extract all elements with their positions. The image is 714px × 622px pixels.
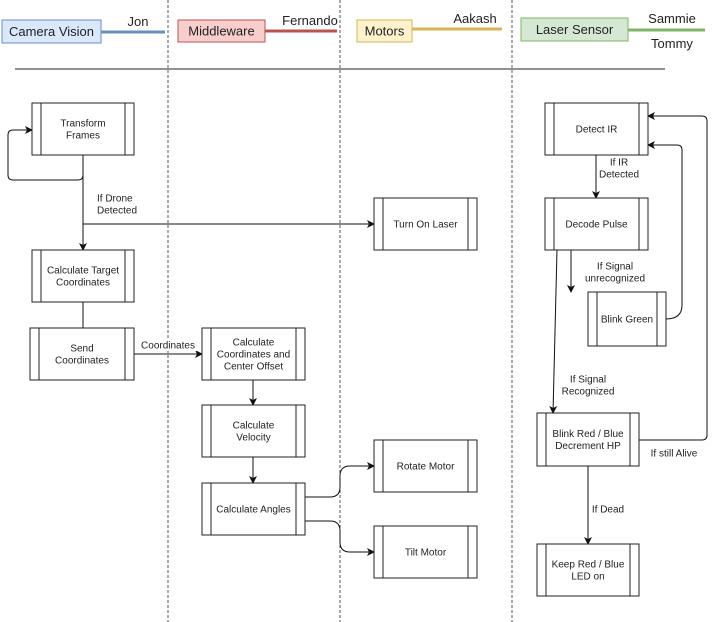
process-label: Frames — [66, 131, 100, 142]
process-transform[interactable]: TransformFrames — [31, 102, 135, 156]
process-calc-target[interactable]: Calculate TargetCoordinates — [31, 249, 135, 303]
edge-label-unrecognized: If Signal — [597, 262, 633, 273]
process-label: Detect IR — [576, 125, 618, 136]
process-label: Blink Green — [601, 315, 653, 326]
edge-label-recognized: Recognized — [562, 387, 615, 398]
process-label: Send — [70, 344, 93, 355]
edge-label-drone-detected: If Drone — [97, 194, 133, 205]
edge-decode-to-red — [549, 249, 558, 414]
process-label: Rotate Motor — [397, 462, 455, 473]
process-turn-on-laser[interactable]: Turn On Laser — [373, 197, 478, 251]
process-detect-ir[interactable]: Detect IR — [544, 102, 649, 156]
process-calc-angles[interactable]: Calculate Angles — [201, 482, 306, 536]
process-label: Calculate Angles — [216, 505, 291, 516]
process-label: Calculate — [233, 421, 275, 432]
process-send-coords[interactable]: SendCoordinates — [29, 327, 135, 381]
process-calc-offset[interactable]: CalculateCoordinates andCenter Offset — [201, 327, 306, 381]
process-label: Blink Red / Blue — [552, 429, 624, 440]
edge-label-recognized: If Signal — [570, 375, 606, 386]
process-label: Tilt Motor — [405, 548, 447, 559]
lane-title: Middleware — [188, 24, 254, 39]
process-label: Calculate — [233, 338, 275, 349]
process-label: Center Offset — [224, 362, 284, 373]
lane-header-laser-sensor: Laser Sensor Sammie Tommy — [520, 11, 705, 51]
process-label: Keep Red / Blue — [552, 560, 625, 571]
edge-label-coordinates: Coordinates — [141, 341, 195, 352]
process-label: Decode Pulse — [565, 220, 628, 231]
edge-red-to-detect — [639, 112, 708, 441]
process-keep-red[interactable]: Keep Red / BlueLED on — [536, 543, 640, 597]
process-label: LED on — [571, 572, 604, 583]
edge-label-ir-detected: Detected — [599, 170, 639, 181]
lane-title: Motors — [365, 24, 405, 39]
process-blink-red[interactable]: Blink Red / BlueDecrement HP — [536, 412, 640, 467]
edge-label-unrecognized: unrecognized — [585, 274, 645, 285]
lane-owner: Jon — [128, 14, 149, 29]
swimlane-flowchart: Camera Vision Jon Middleware Fernando Motors… — [1, 0, 708, 622]
lane-owner: Tommy — [651, 36, 693, 51]
process-decode-pulse[interactable]: Decode Pulse — [544, 197, 649, 251]
lane-owner: Sammie — [648, 11, 696, 26]
process-label: Velocity — [236, 433, 270, 444]
process-tilt-motor[interactable]: Tilt Motor — [373, 525, 478, 579]
process-rotate-motor[interactable]: Rotate Motor — [373, 439, 478, 493]
edge-label-still-alive: If still Alive — [651, 449, 698, 460]
lane-owner: Fernando — [282, 13, 338, 28]
lane-title: Camera Vision — [9, 24, 94, 39]
process-label: Calculate Target — [47, 266, 119, 277]
lane-owner: Aakash — [453, 11, 496, 26]
lane-header-motors: Motors Aakash — [356, 11, 502, 43]
edge-label-drone-detected: Detected — [97, 206, 137, 217]
edge-label-ir-detected: If IR — [610, 158, 628, 169]
process-label: Turn On Laser — [393, 220, 458, 231]
process-label: Transform — [60, 119, 105, 130]
process-label: Coordinates and — [217, 350, 290, 361]
process-blink-green[interactable]: Blink Green — [587, 291, 667, 347]
process-label: Decrement HP — [555, 441, 621, 452]
edge-label-dead: If Dead — [592, 505, 624, 516]
lane-title: Laser Sensor — [536, 22, 614, 37]
lane-header-middleware: Middleware Fernando — [177, 13, 338, 43]
process-label: Coordinates — [55, 356, 109, 367]
process-label: Coordinates — [56, 278, 110, 289]
lane-header-camera-vision: Camera Vision Jon — [1, 14, 165, 44]
process-calc-velocity[interactable]: CalculateVelocity — [201, 404, 306, 458]
